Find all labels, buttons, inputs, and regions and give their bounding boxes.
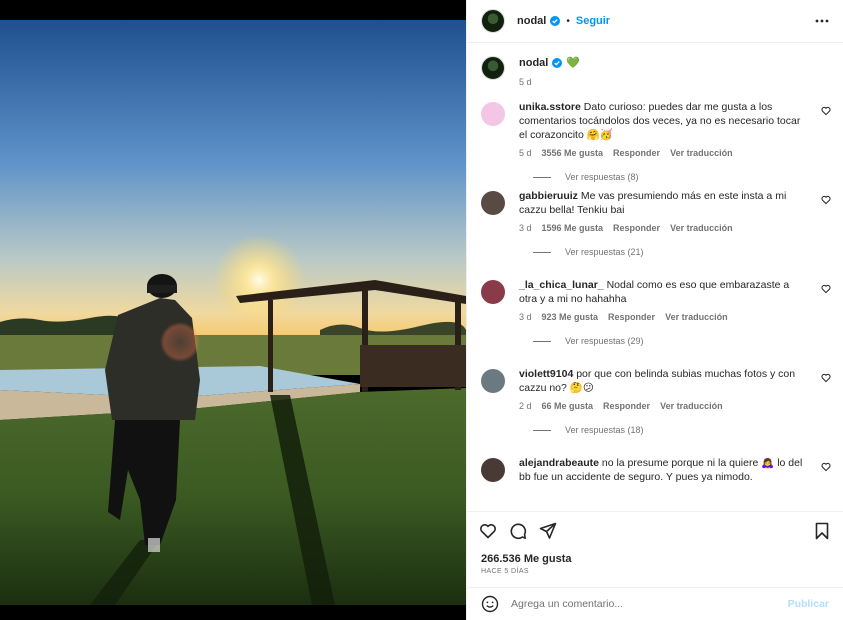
author-username[interactable]: nodal <box>517 15 546 27</box>
commenter-avatar[interactable] <box>481 191 505 215</box>
translate-button[interactable]: Ver traducción <box>665 312 728 322</box>
post-actions <box>467 511 843 549</box>
reply-button[interactable]: Responder <box>613 148 660 158</box>
comment-time: 5 d <box>519 148 532 158</box>
view-replies-label: Ver respuestas (8) <box>565 172 639 182</box>
commenter-avatar[interactable] <box>481 458 505 482</box>
like-comment-heart-icon[interactable] <box>821 462 831 472</box>
commenter-username[interactable]: alejandrabeaute <box>519 457 599 469</box>
verified-icon <box>550 16 561 26</box>
caption-time: 5 d <box>519 77 532 87</box>
comment-time: 3 d <box>519 223 532 233</box>
comment-likes[interactable]: 923 Me gusta <box>542 312 599 322</box>
comment-composer: Publicar <box>467 587 843 620</box>
like-comment-heart-icon[interactable] <box>821 284 831 294</box>
view-replies-button[interactable]: Ver respuestas (18) <box>533 425 829 435</box>
reply-button[interactable]: Responder <box>603 401 650 411</box>
commenter-username[interactable]: _la_chica_lunar_ <box>519 279 604 291</box>
commenter-avatar[interactable] <box>481 369 505 393</box>
commenter-avatar[interactable] <box>481 102 505 126</box>
view-replies-button[interactable]: Ver respuestas (21) <box>533 247 829 257</box>
verified-icon <box>552 57 563 68</box>
post-header: nodal • Seguir <box>467 0 843 43</box>
view-replies-button[interactable]: Ver respuestas (8) <box>533 172 829 182</box>
caption: nodal 💚 5 d <box>467 44 843 100</box>
publish-button[interactable]: Publicar <box>788 598 829 610</box>
view-replies-label: Ver respuestas (29) <box>565 336 644 346</box>
comments-list[interactable]: nodal 💚 5 d unika.sstore Dato curioso: p… <box>467 44 843 511</box>
like-comment-heart-icon[interactable] <box>821 195 831 205</box>
follow-button[interactable]: Seguir <box>576 15 610 27</box>
translate-button[interactable]: Ver traducción <box>670 223 733 233</box>
comment-time: 2 d <box>519 401 532 411</box>
post-photo[interactable] <box>0 0 466 620</box>
comment-likes[interactable]: 3556 Me gusta <box>542 148 604 158</box>
reply-button[interactable]: Responder <box>608 312 655 322</box>
commenter-username[interactable]: violett9104 <box>519 368 573 380</box>
comment-item: _la_chica_lunar_ Nodal como es eso que e… <box>467 278 843 367</box>
comment-item: gabbieruuiz Me vas presumiendo más en es… <box>467 189 843 278</box>
heart-icon[interactable] <box>479 522 497 540</box>
commenter-username[interactable]: unika.sstore <box>519 101 581 113</box>
share-icon[interactable] <box>539 522 557 540</box>
comment-icon[interactable] <box>509 522 527 540</box>
caption-text: 💚 <box>566 57 581 69</box>
post-date: HACE 5 DÍAS <box>481 568 529 575</box>
comment-likes[interactable]: 66 Me gusta <box>542 401 594 411</box>
like-count[interactable]: 266.536 Me gusta <box>481 553 572 565</box>
emoji-icon[interactable] <box>481 595 499 613</box>
view-replies-button[interactable]: Ver respuestas (29) <box>533 336 829 346</box>
comment-likes[interactable]: 1596 Me gusta <box>542 223 604 233</box>
comment-item: alejandrabeaute no la presume porque ni … <box>467 456 843 496</box>
translate-button[interactable]: Ver traducción <box>660 401 723 411</box>
comment-input[interactable] <box>511 598 788 610</box>
view-replies-label: Ver respuestas (21) <box>565 247 644 257</box>
comment-time: 3 d <box>519 312 532 322</box>
like-comment-heart-icon[interactable] <box>821 106 831 116</box>
reply-button[interactable]: Responder <box>613 223 660 233</box>
view-replies-label: Ver respuestas (18) <box>565 425 644 435</box>
commenter-username[interactable]: gabbieruuiz <box>519 190 578 202</box>
like-comment-heart-icon[interactable] <box>821 373 831 383</box>
comment-item: unika.sstore Dato curioso: puedes dar me… <box>467 100 843 189</box>
commenter-avatar[interactable] <box>481 280 505 304</box>
translate-button[interactable]: Ver traducción <box>670 148 733 158</box>
author-avatar[interactable] <box>481 9 505 33</box>
save-icon[interactable] <box>813 522 831 540</box>
post-sidebar: nodal • Seguir nodal 💚 5 d unika.sstore … <box>466 0 843 620</box>
instagram-post-view: nodal • Seguir nodal 💚 5 d unika.sstore … <box>0 0 843 620</box>
comment-item: violett9104 por que con belinda subias m… <box>467 367 843 456</box>
more-icon[interactable] <box>815 14 829 28</box>
separator-dot: • <box>566 15 570 27</box>
caption-username[interactable]: nodal <box>519 57 548 69</box>
caption-avatar[interactable] <box>481 56 505 80</box>
